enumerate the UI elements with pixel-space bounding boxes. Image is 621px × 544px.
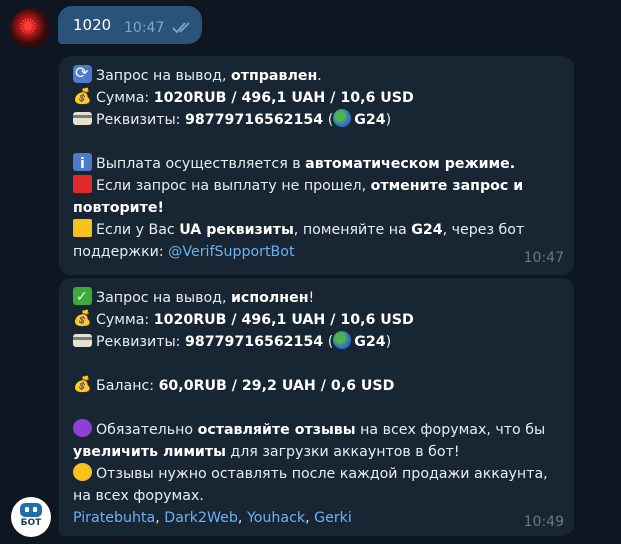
- msg2-line-details: Реквизиты: 98779716562154 (G24): [73, 331, 391, 353]
- outgoing-message[interactable]: 1020 10:47: [58, 6, 202, 44]
- msg2-line-forums: на всех форумах.: [73, 488, 204, 504]
- check-mark-icon: [73, 286, 92, 308]
- forum-link-dark2web[interactable]: Dark2Web: [164, 510, 238, 526]
- forum-link-gerki[interactable]: Gerki: [314, 510, 352, 526]
- support-bot-link[interactable]: @VerifSupportBot: [168, 244, 294, 260]
- msg2-line-each-sale: Отзывы нужно оставлять после каждой прод…: [73, 463, 548, 485]
- info-icon: [73, 153, 92, 175]
- globe-icon: [333, 331, 352, 349]
- msg2-line-reviews: Обязательно оставляйте отзывы на всех фо…: [73, 419, 545, 441]
- forum-link-youhack[interactable]: Youhack: [247, 510, 305, 526]
- msg1-line-cancel-2: повторите!: [73, 200, 164, 216]
- msg1-line-ua: Если у Вас UA реквизиты, поменяйте на G2…: [73, 219, 524, 241]
- incoming-message-2[interactable]: Запрос на вывод, исполнен! Сумма: 1020RU…: [59, 278, 574, 536]
- msg2-time: 10:49: [523, 514, 564, 530]
- avatar-art-icon: ✺: [19, 15, 38, 40]
- money-bag-icon: [73, 307, 92, 329]
- outgoing-time: 10:47: [124, 20, 165, 36]
- msg2-line-limits: увеличить лимиты для загрузки аккаунтов …: [73, 444, 460, 460]
- purple-circle-icon: [73, 419, 92, 437]
- outgoing-text: 1020: [73, 16, 112, 34]
- msg2-line-status: Запрос на вывод, исполнен!: [73, 286, 314, 309]
- bot-avatar[interactable]: БОТ: [11, 497, 51, 537]
- bot-avatar-label: БОТ: [20, 518, 42, 528]
- red-square-icon: [73, 175, 92, 193]
- user-avatar[interactable]: ✺: [10, 8, 50, 48]
- incoming-message-1[interactable]: Запрос на вывод, отправлен. Сумма: 1020R…: [59, 56, 574, 275]
- read-checkmarks-icon: [172, 22, 190, 34]
- credit-card-icon: [73, 112, 92, 125]
- msg1-line-sum: Сумма: 1020RUB / 496,1 UAH / 10,6 USD: [73, 85, 414, 109]
- msg1-line-details: Реквизиты: 98779716562154 (G24): [73, 109, 391, 131]
- refresh-icon: [73, 62, 92, 84]
- yellow-circle-icon: [73, 463, 92, 481]
- msg1-time: 10:47: [523, 250, 564, 266]
- yellow-square-icon: [73, 219, 92, 237]
- msg2-line-links: Piratebuhta, Dark2Web, Youhack, Gerki: [73, 510, 352, 526]
- msg1-line-support: поддержки: @VerifSupportBot: [73, 244, 295, 260]
- robot-icon: [20, 503, 42, 517]
- msg2-line-balance: Баланс: 60,0RUB / 29,2 UAH / 0,6 USD: [73, 373, 394, 397]
- money-bag-icon: [73, 373, 92, 395]
- msg1-line-status: Запрос на вывод, отправлен.: [73, 62, 322, 87]
- msg2-line-sum: Сумма: 1020RUB / 496,1 UAH / 10,6 USD: [73, 307, 414, 331]
- msg1-line-cancel: Если запрос на выплату не прошел, отмени…: [73, 175, 523, 197]
- forum-link-piratebuhta[interactable]: Piratebuhta: [73, 510, 155, 526]
- globe-icon: [333, 109, 352, 127]
- money-bag-icon: [73, 85, 92, 107]
- msg1-line-info: Выплата осуществляется в автоматическом …: [73, 153, 515, 175]
- credit-card-icon: [73, 334, 92, 347]
